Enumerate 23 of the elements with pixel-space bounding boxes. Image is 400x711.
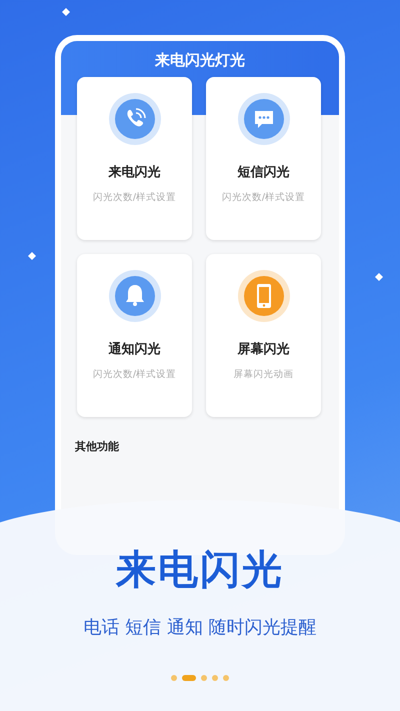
feature-card[interactable]: 短信闪光 闪光次数/样式设置	[206, 77, 321, 240]
feature-title: 短信闪光	[238, 164, 290, 181]
page-indicator-dot[interactable]	[201, 675, 207, 681]
app-title: 来电闪光灯光	[155, 51, 245, 71]
page-indicator-dot[interactable]	[212, 675, 218, 681]
feature-description: 屏幕闪光动画	[234, 368, 294, 381]
feature-description: 闪光次数/样式设置	[92, 368, 176, 381]
feature-description: 闪光次数/样式设置	[222, 191, 306, 204]
tagline: 电话 短信 通知 随时闪光提醒	[83, 616, 317, 639]
page-indicator-dot[interactable]	[223, 675, 229, 681]
headline: 来电闪光	[116, 546, 284, 595]
feature-card[interactable]: 屏幕闪光 屏幕闪光动画	[206, 254, 321, 417]
feature-title: 屏幕闪光	[238, 341, 290, 358]
sparkle-icon	[375, 273, 383, 281]
feature-card[interactable]: 来电闪光 闪光次数/样式设置	[77, 77, 192, 240]
section-title: 其他功能	[75, 439, 120, 454]
feature-title: 来电闪光	[108, 164, 160, 181]
sparkle-icon	[62, 8, 70, 16]
feature-title: 通知闪光	[108, 341, 160, 358]
sparkle-icon	[28, 252, 36, 260]
feature-description: 闪光次数/样式设置	[92, 191, 176, 204]
page-indicator-dot[interactable]	[171, 675, 177, 681]
feature-card[interactable]: 通知闪光 闪光次数/样式设置	[77, 254, 192, 417]
